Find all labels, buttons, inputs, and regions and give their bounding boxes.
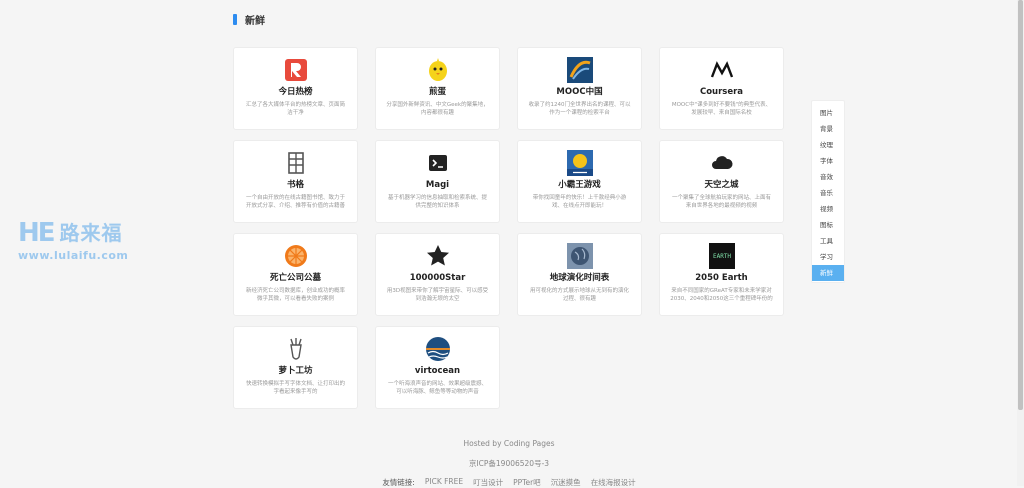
sidenav-item-learning[interactable]: 学习 <box>812 249 844 265</box>
card-description: 带你找回童年的快乐！上千款经典小游戏、在线点开即能玩！ <box>532 195 627 209</box>
card-description: 快速转换模拟手写字体文档、让打印出的字看起来像手写的 <box>245 381 345 395</box>
card-description: 分享国外新鲜资讯、中文Geek的聚集地，内容都很有趣 <box>386 102 489 116</box>
card-title: Coursera <box>699 87 744 97</box>
card-description: 新经济死亡公司数据库，创业成功的概率微乎其微，可以看看失败的案例 <box>245 288 345 302</box>
card-description: 一个听海浪声音的网站、效果超级震撼、可以听海豚、鲸鱼等等动物的声音 <box>387 381 487 395</box>
card-title: 书格 <box>286 180 304 190</box>
svg-text:EARTH: EARTH <box>712 253 730 260</box>
yikm-logo-icon <box>566 150 593 176</box>
site-card[interactable]: 书格 一个自由开放的在线古籍图书馆、致力于开放式分享、介绍、推荐有价值的古籍善本 <box>233 140 358 223</box>
card-title: MOOC中国 <box>556 87 603 97</box>
ocean-wave-icon <box>425 336 451 362</box>
sidenav-item-sound-effects[interactable]: 音效 <box>812 169 844 185</box>
card-description: 用3D视图来带你了解宇宙星际、可以感受到浩瀚无垠的太空 <box>386 288 489 302</box>
site-card[interactable]: 煎蛋 分享国外新鲜资讯、中文Geek的聚集地，内容都很有趣 <box>375 47 500 130</box>
card-title: 2050 Earth <box>695 273 748 283</box>
site-card[interactable]: 萝卜工坊 快速转换模拟手写字体文档、让打印出的字看起来像手写的 <box>233 326 358 409</box>
main-content: 新鲜 今日热榜 汇总了各大媒体平台的热榜文章、页面简洁干净 煎蛋 分享国外新鲜资… <box>233 0 785 488</box>
shu-character-icon <box>283 150 309 176</box>
friend-link[interactable]: PPTer吧 <box>513 477 541 488</box>
card-description: MOOC中"课多到好不要钱"的典型代表、发展较早、来自国际名校 <box>671 102 772 116</box>
logo-name: 路来福 <box>59 221 123 245</box>
card-description: 来自不同国家的GReAT专家和未来学家对2030、2040和2050这三个重程碑… <box>670 288 773 302</box>
card-description: 基于机器学习的信息抽取和检索系统、提供完整的知识体系 <box>387 195 487 209</box>
card-title: 100000Star <box>409 273 466 283</box>
logo-url: www.lulaifu.com <box>18 249 129 262</box>
site-card[interactable]: 100000Star 用3D视图来带你了解宇宙星际、可以感受到浩瀚无垠的太空 <box>375 233 500 316</box>
category-sidenav: 图片 背景 纹理 字体 音效 音乐 视频 图标 工具 学习 新鲜 <box>811 100 845 283</box>
globe-icon <box>566 243 593 269</box>
site-card[interactable]: 小霸王游戏 带你找回童年的快乐！上千款经典小游戏、在线点开即能玩！ <box>517 140 642 223</box>
site-card-grid: 今日热榜 汇总了各大媒体平台的热榜文章、页面简洁干净 煎蛋 分享国外新鲜资讯、中… <box>233 47 784 409</box>
card-title: 死亡公司公墓 <box>269 273 321 283</box>
sidenav-item-videos[interactable]: 视频 <box>812 201 844 217</box>
friend-links: 友情链接: PICK FREE 叮当设计 PPTer吧 沉迷摸鱼 在线海报设计 <box>233 477 785 488</box>
sidenav-item-backgrounds[interactable]: 背景 <box>812 121 844 137</box>
radish-icon <box>283 336 309 362</box>
site-card[interactable]: 地球演化时间表 用可视化的方式展示地球从无到有的演化过程、很有趣 <box>517 233 642 316</box>
cloud-icon <box>709 150 735 176</box>
site-card[interactable]: 今日热榜 汇总了各大媒体平台的热榜文章、页面简洁干净 <box>233 47 358 130</box>
site-card[interactable]: 天空之城 一个聚集了全球航拍玩家的网站、上面有来自世界各地的最视频的视频 <box>659 140 784 223</box>
icp-record-link[interactable]: 京ICP备19006520号-3 <box>233 458 785 469</box>
sidenav-item-images[interactable]: 图片 <box>812 105 844 121</box>
section-accent-bar <box>233 13 237 25</box>
page-scrollbar[interactable] <box>1017 0 1024 486</box>
site-card[interactable]: MOOC中国 收录了约1240门全世界出名的课程、可以作为一个课程的检索平台 <box>517 47 642 130</box>
friend-links-label: 友情链接: <box>382 478 415 487</box>
orange-slice-icon <box>283 243 309 269</box>
sidenav-item-music[interactable]: 音乐 <box>812 185 844 201</box>
card-title: 萝卜工坊 <box>278 366 313 376</box>
sidenav-item-tools[interactable]: 工具 <box>812 233 844 249</box>
site-card[interactable]: Magi 基于机器学习的信息抽取和检索系统、提供完整的知识体系 <box>375 140 500 223</box>
card-title: 煎蛋 <box>428 87 446 97</box>
friend-link[interactable]: 叮当设计 <box>473 477 503 488</box>
friend-link[interactable]: 在线海报设计 <box>591 477 636 488</box>
section-title: 新鲜 <box>245 15 265 27</box>
star-icon <box>425 243 451 269</box>
earth-2050-icon: EARTH <box>708 243 735 269</box>
friend-link[interactable]: PICK FREE <box>425 477 463 488</box>
site-card[interactable]: 死亡公司公墓 新经济死亡公司数据库，创业成功的概率微乎其微，可以看看失败的案例 <box>233 233 358 316</box>
site-card[interactable]: Coursera MOOC中"课多到好不要钱"的典型代表、发展较早、来自国际名校 <box>659 47 784 130</box>
section-header: 新鲜 <box>233 12 265 27</box>
logo-mark: HE <box>18 218 56 248</box>
card-description: 用可视化的方式展示地球从无到有的演化过程、很有趣 <box>529 288 629 302</box>
sidenav-item-textures[interactable]: 纹理 <box>812 137 844 153</box>
site-card[interactable]: virtocean 一个听海浪声音的网站、效果超级震撼、可以听海豚、鲸鱼等等动物… <box>375 326 500 409</box>
scrollbar-thumb[interactable] <box>1018 0 1023 410</box>
sidenav-item-icons[interactable]: 图标 <box>812 217 844 233</box>
card-description: 一个聚集了全球航拍玩家的网站、上面有来自世界各地的最视频的视频 <box>671 195 771 209</box>
yellow-chick-icon <box>425 57 451 83</box>
friend-link[interactable]: 沉迷摸鱼 <box>551 477 581 488</box>
card-title: 天空之城 <box>704 180 739 190</box>
sidenav-item-fresh[interactable]: 新鲜 <box>812 265 844 281</box>
card-description: 汇总了各大媒体平台的热榜文章、页面简洁干净 <box>245 102 345 116</box>
mooc-logo-icon <box>566 57 593 83</box>
site-card[interactable]: EARTH 2050 Earth 来自不同国家的GReAT专家和未来学家对203… <box>659 233 784 316</box>
card-description: 一个自由开放的在线古籍图书馆、致力于开放式分享、介绍、推荐有价值的古籍善本 <box>245 195 345 209</box>
card-title: 今日热榜 <box>278 87 313 97</box>
sidenav-item-fonts[interactable]: 字体 <box>812 153 844 169</box>
coursera-logo-icon <box>709 57 735 83</box>
terminal-icon <box>425 150 451 176</box>
r-logo-icon <box>283 57 309 83</box>
card-title: Magi <box>425 180 450 190</box>
card-title: virtocean <box>414 366 461 376</box>
card-title: 小霸王游戏 <box>558 180 601 190</box>
card-title: 地球演化时间表 <box>549 273 610 283</box>
site-logo[interactable]: HE 路来福 www.lulaifu.com <box>18 219 158 271</box>
card-description: 收录了约1240门全世界出名的课程、可以作为一个课程的检索平台 <box>528 102 631 116</box>
hosted-by-text: Hosted by Coding Pages <box>463 439 555 448</box>
